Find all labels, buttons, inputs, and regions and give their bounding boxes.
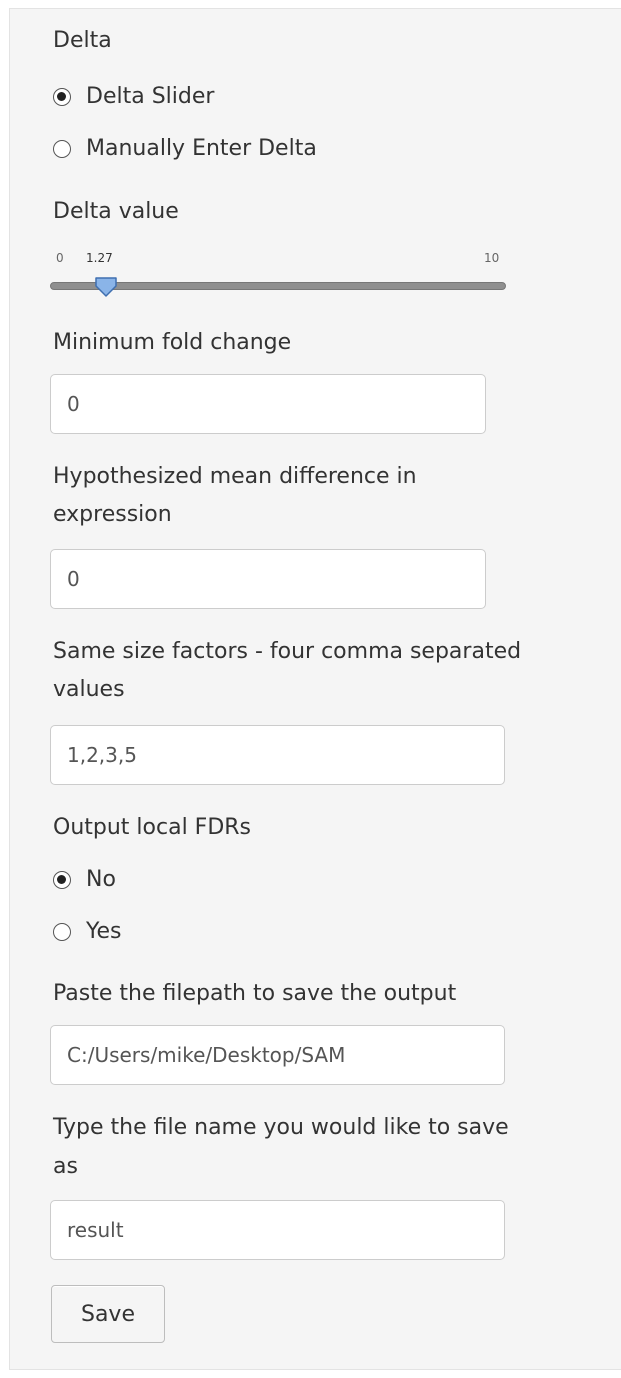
min-fold-change-input[interactable] bbox=[50, 374, 486, 434]
filename-label-line2: as bbox=[53, 1154, 78, 1179]
slider-handle[interactable] bbox=[94, 276, 118, 298]
radio-label-no: No bbox=[86, 867, 116, 892]
hyp-mean-diff-input[interactable] bbox=[50, 549, 486, 609]
radio-button[interactable] bbox=[53, 140, 71, 158]
min-fold-change-label: Minimum fold change bbox=[53, 330, 292, 355]
radio-label-yes: Yes bbox=[86, 919, 122, 944]
size-factors-label-line2: values bbox=[53, 677, 125, 702]
slider-max-label: 10 bbox=[484, 251, 500, 265]
filepath-input[interactable] bbox=[50, 1025, 505, 1085]
radio-label-delta-slider: Delta Slider bbox=[86, 84, 215, 109]
radio-button-checked[interactable] bbox=[53, 871, 71, 889]
radio-label-manual-delta: Manually Enter Delta bbox=[86, 136, 317, 161]
local-fdrs-label: Output local FDRs bbox=[53, 815, 252, 840]
delta-label: Delta bbox=[53, 28, 112, 53]
filename-input[interactable] bbox=[50, 1200, 505, 1260]
slider-handle-shape bbox=[95, 277, 117, 297]
size-factors-label-line1: Same size factors - four comma separated bbox=[53, 639, 522, 664]
slider-min-label: 0 bbox=[56, 251, 64, 265]
hyp-mean-diff-label-line2: expression bbox=[53, 502, 172, 527]
slider-value-label: 1.27 bbox=[86, 251, 113, 265]
delta-value-label: Delta value bbox=[53, 199, 179, 224]
radio-fdr-yes[interactable]: Yes bbox=[53, 917, 122, 947]
hyp-mean-diff-label-line1: Hypothesized mean difference in bbox=[53, 464, 417, 489]
radio-button-checked[interactable] bbox=[53, 88, 71, 106]
radio-fdr-no[interactable]: No bbox=[53, 865, 116, 895]
filepath-label: Paste the filepath to save the output bbox=[53, 981, 457, 1006]
radio-button[interactable] bbox=[53, 923, 71, 941]
radio-delta-slider[interactable]: Delta Slider bbox=[53, 82, 214, 112]
filename-label-line1: Type the file name you would like to sav… bbox=[53, 1115, 509, 1140]
radio-manual-delta[interactable]: Manually Enter Delta bbox=[53, 134, 317, 164]
save-button[interactable]: Save bbox=[51, 1285, 165, 1343]
slider-track[interactable] bbox=[50, 282, 506, 290]
size-factors-input[interactable] bbox=[50, 725, 505, 785]
